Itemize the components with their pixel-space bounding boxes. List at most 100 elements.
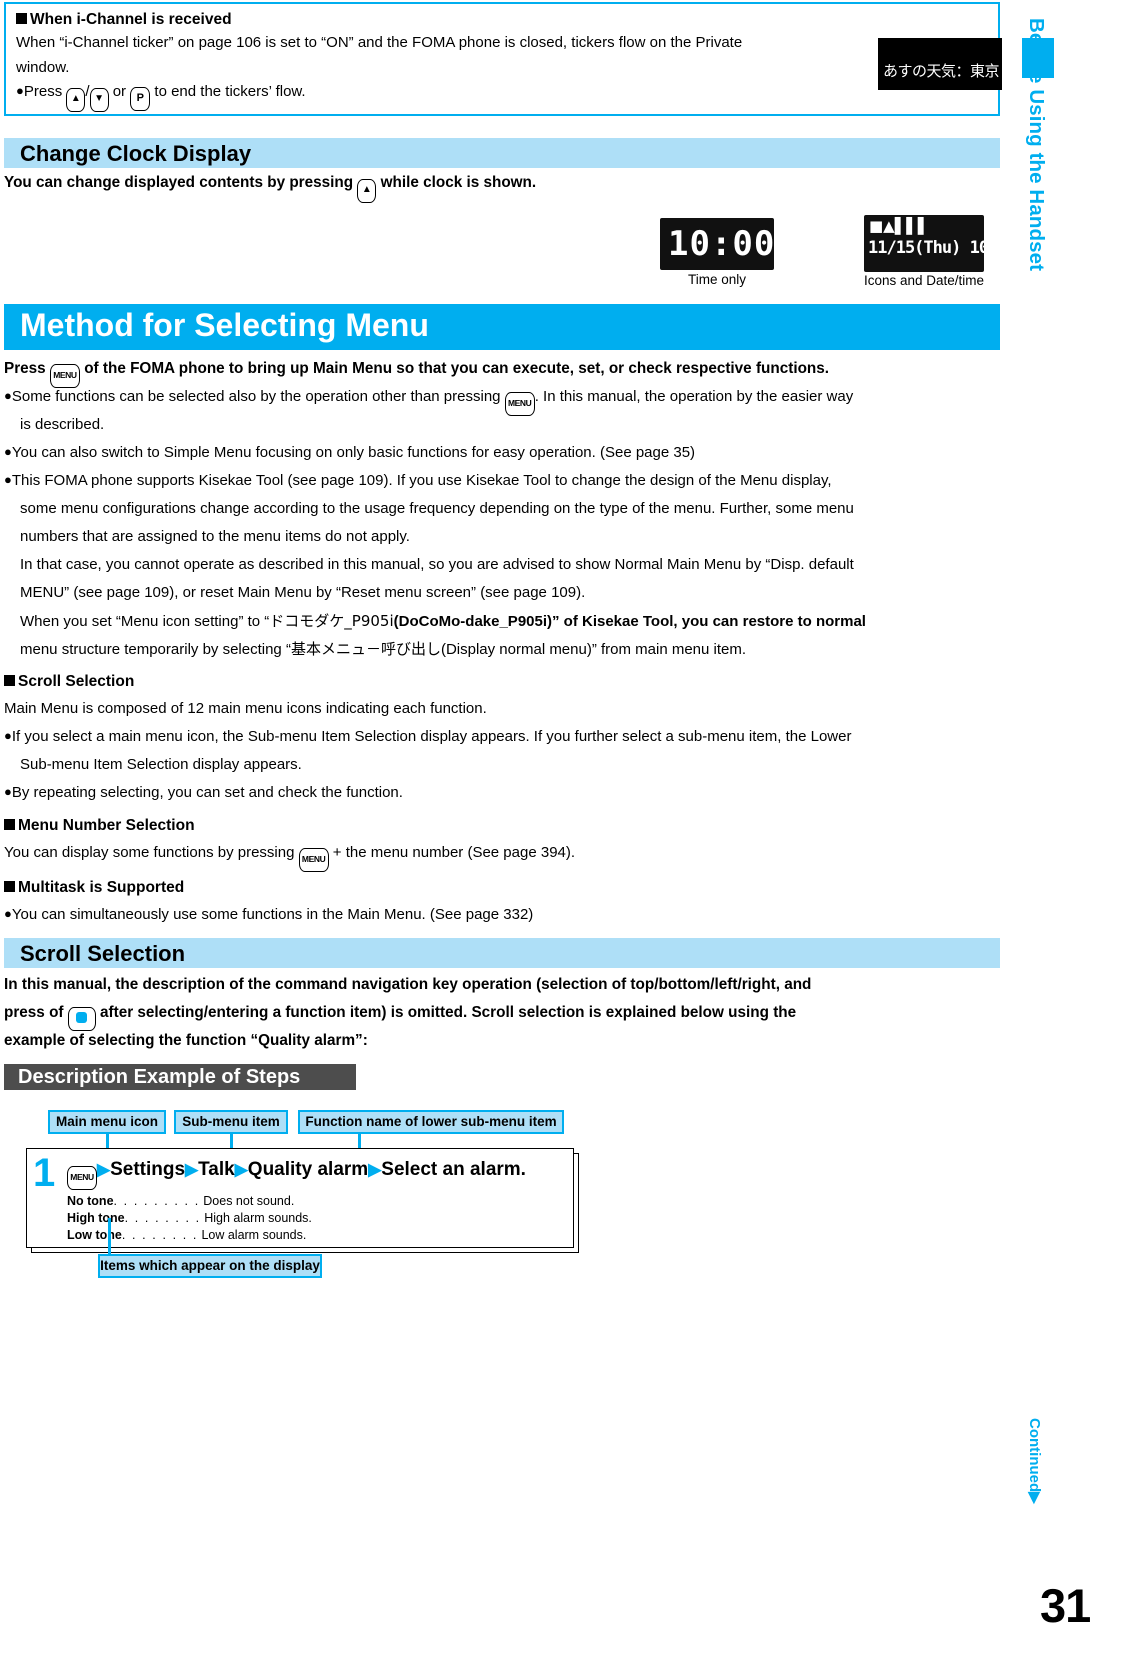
section-heading-method-for-selecting-menu: Method for Selecting Menu: [4, 304, 1000, 350]
bullet-dot-icon: ●: [16, 83, 24, 98]
option-row-high-tone: High tone. . . . . . . . High alarm soun…: [67, 1210, 312, 1227]
scroll-section-line-1: In this manual, the description of the c…: [4, 976, 812, 993]
option-row-low-tone: Low tone. . . . . . . . Low alarm sounds…: [67, 1227, 306, 1244]
step-operation-line: MENU ▶Settings▶Talk▶Quality alarm▶Select …: [67, 1159, 526, 1190]
or-label: or: [112, 83, 127, 100]
clock-sample-icons-caption: Icons and Date/time: [863, 273, 985, 288]
black-square-bullet-icon: [16, 13, 27, 24]
callout-function-name-text: Function name of lower sub-menu item: [305, 1114, 557, 1129]
menu-number-post: + the menu number (See page 394).: [332, 844, 576, 861]
subheading-text: Menu Number Selection: [18, 817, 195, 834]
menu-bullet-3-l3: numbers that are assigned to the menu it…: [20, 528, 410, 545]
section-heading-text: Method for Selecting Menu: [20, 307, 429, 343]
menu-bullet-2-text: You can also switch to Simple Menu focus…: [11, 444, 696, 461]
scroll-sel-bullet-1: ●If you select a main menu icon, the Sub…: [4, 726, 1000, 748]
arrow-right-icon: ▶: [368, 1160, 382, 1179]
center-key-icon: [67, 1007, 96, 1031]
option-desc: High alarm sounds.: [204, 1211, 312, 1225]
bullet-dot-icon: ●: [4, 784, 12, 799]
clock-time-text: 10:00: [668, 224, 776, 264]
i-channel-bullet: ●Press ▲ / ▼ or P to end the tickers’ flow…: [16, 80, 988, 112]
section-heading-text: Change Clock Display: [20, 141, 252, 166]
option-desc: Low alarm sounds.: [201, 1228, 307, 1242]
i-channel-note-box: When i-Channel is received When “i-Chann…: [4, 2, 1002, 116]
normal-menu-jp: 基本メニュ－呼び出し: [290, 640, 441, 658]
menu-key-icon: MENU: [67, 1166, 97, 1190]
callout-sub-menu-item-text: Sub-menu item: [182, 1114, 280, 1129]
press-of-label: press of: [4, 1004, 64, 1021]
menu-number-pre: You can display some functions by pressi…: [4, 844, 295, 861]
menu-bullet-3-l6: When you set “Menu icon setting” to “ドコモ…: [20, 610, 866, 633]
bullet-dot-icon: ●: [4, 728, 12, 743]
callout-items-display: Items which appear on the display: [98, 1254, 322, 1278]
chapter-side-tab: Before Using the Handset Continued▶ 31: [1004, 0, 1136, 1672]
leader-line-items-display: [108, 1218, 111, 1258]
normal-menu-pre: menu structure temporarily by selecting …: [20, 641, 291, 658]
menu-bullet-3-l7: menu structure temporarily by selecting …: [20, 638, 746, 661]
menu-bullet-3-l2: some menu configurations change accordin…: [20, 500, 854, 517]
menu-key-icon: MENU: [504, 392, 535, 416]
bullet-dot-icon: ●: [4, 388, 12, 403]
option-desc: Does not sound.: [203, 1194, 295, 1208]
private-window-text: あすの天気：東京: [883, 63, 1000, 80]
key-separator: /: [85, 83, 90, 100]
scroll-sel-bullet-1-text: If you select a main menu icon, the Sub-…: [11, 728, 852, 745]
menu-key-icon: MENU: [298, 848, 329, 872]
menu-icon-setting-pre: When you set “Menu icon setting” to “: [20, 613, 270, 630]
subheading-text: Description Example of Steps: [18, 1066, 301, 1088]
continued-text: Continued: [1026, 1418, 1043, 1493]
black-square-bullet-icon: [4, 675, 15, 686]
menu-bullet-1-post: . In this manual, the operation by the e…: [534, 388, 854, 405]
option-dots: . . . . . . . . .: [113, 1194, 200, 1208]
option-row-no-tone: No tone. . . . . . . . . Does not sound.: [67, 1193, 294, 1210]
scroll-sel-bullet-1-cont: Sub-menu Item Selection display appears.: [20, 756, 302, 773]
bullet-dot-icon: ●: [4, 472, 12, 487]
multitask-bullet: ●You can simultaneously use some functio…: [4, 904, 533, 926]
press-label: Press: [23, 83, 63, 100]
callout-sub-menu-item: Sub-menu item: [174, 1110, 288, 1134]
option-name: Low tone: [67, 1228, 122, 1242]
option-name: No tone: [67, 1194, 114, 1208]
subheading-text: Scroll Selection: [18, 673, 135, 690]
clock-sample-icons-datetime: ■▲▌▌▌ 11/15(Thu) 10:00: [864, 215, 984, 272]
p-key-icon: P: [130, 87, 151, 111]
step-part-quality-alarm: Quality alarm: [247, 1159, 369, 1180]
menu-bullet-3-l5: MENU” (see page 109), or reset Main Menu…: [20, 584, 586, 601]
up-key-icon: ▲: [357, 179, 377, 203]
scroll-section-line-2-post: after selecting/entering a function item…: [100, 1004, 797, 1021]
menu-bullet-3: ●This FOMA phone supports Kisekae Tool (…: [4, 470, 1000, 492]
section-heading-change-clock-display: Change Clock Display: [4, 138, 1000, 168]
callout-main-menu-icon: Main menu icon: [48, 1110, 166, 1134]
status-icons: ■▲▌▌▌: [869, 217, 930, 235]
clock-intro-pre: You can change displayed contents by pre…: [4, 174, 354, 191]
i-channel-line-1: When “i-Channel ticker” on page 106 is s…: [16, 34, 743, 51]
menu-bullet-3-text: This FOMA phone supports Kisekae Tool (s…: [11, 472, 832, 489]
menu-bullet-3-l4: In that case, you cannot operate as desc…: [20, 556, 854, 573]
continued-label: Continued▶: [1026, 1418, 1043, 1504]
down-key-icon: ▼: [89, 88, 109, 112]
chapter-title: Before Using the Handset: [1025, 18, 1048, 271]
page-number: 31: [1040, 1579, 1091, 1632]
menu-bullet-2: ●You can also switch to Simple Menu focu…: [4, 442, 1000, 464]
clock-sample-time-only-caption: Time only: [687, 272, 746, 287]
section-heading-scroll-selection: Scroll Selection: [4, 938, 1000, 968]
arrow-right-icon: ▶: [97, 1160, 111, 1179]
clock-intro-post: while clock is shown.: [380, 174, 537, 191]
step-part-settings: Settings: [110, 1159, 186, 1180]
clock-sample-time-only: 10:00: [660, 218, 774, 270]
subheading-menu-number-selection: Menu Number Selection: [4, 816, 195, 836]
scroll-sel-bullet-2: ●By repeating selecting, you can set and…: [4, 782, 403, 804]
kisekae-jp-name: ドコモダケ_P905i: [269, 612, 394, 630]
callout-items-display-text: Items which appear on the display: [100, 1258, 320, 1273]
option-dots: . . . . . . . .: [121, 1228, 198, 1242]
scroll-sel-line-1: Main Menu is composed of 12 main menu ic…: [4, 700, 487, 717]
option-dots: . . . . . . . .: [124, 1211, 201, 1225]
subheading-text: Multitask is Supported: [18, 879, 185, 896]
normal-menu-post: (Display normal menu)” from main menu it…: [440, 641, 747, 658]
menu-bullet-1-cont: is described.: [20, 416, 105, 433]
callout-main-menu-icon-text: Main menu icon: [55, 1114, 158, 1129]
callout-function-name: Function name of lower sub-menu item: [298, 1110, 564, 1134]
bullet-dot-icon: ●: [4, 906, 12, 921]
menu-key-icon: MENU: [49, 364, 80, 388]
option-name: High tone: [67, 1211, 125, 1225]
